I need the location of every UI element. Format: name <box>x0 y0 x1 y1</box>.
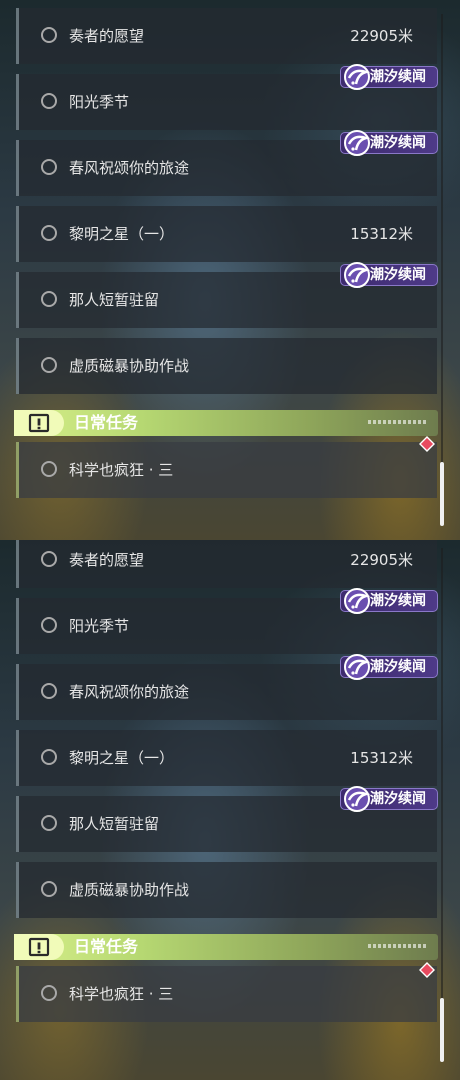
red-diamond-icon <box>419 436 435 452</box>
quest-distance: 22905米 <box>350 551 413 569</box>
quest-title: 春风祝颂你的旅途 <box>69 159 190 177</box>
quest-item[interactable]: 黎明之星（一） 15312米 <box>16 206 437 262</box>
tidal-swirl-icon <box>344 654 371 680</box>
quest-status-circle-icon <box>41 881 57 897</box>
quest-title: 春风祝颂你的旅途 <box>69 683 190 701</box>
tidal-swirl-icon <box>344 786 371 812</box>
tag-label: 潮汐续闻 <box>370 791 426 807</box>
tidal-tale-tag: 潮汐续闻 <box>340 130 438 156</box>
tidal-tale-tag: 潮汐续闻 <box>340 786 438 812</box>
tag-label: 潮汐续闻 <box>370 69 426 85</box>
tidal-swirl-icon <box>344 64 371 90</box>
quest-status-circle-icon <box>41 461 57 477</box>
quest-distance: 15312米 <box>350 749 413 767</box>
scrollbar-track[interactable] <box>441 14 443 526</box>
quest-title: 虚质磁暴协助作战 <box>69 357 190 375</box>
header-decoration <box>368 420 426 424</box>
quest-item[interactable]: 奏者的愿望 22905米 <box>16 540 437 588</box>
quest-status-circle-icon <box>41 225 57 241</box>
quest-title: 奏者的愿望 <box>69 27 145 45</box>
quest-status-circle-icon <box>41 93 57 109</box>
quest-status-circle-icon <box>41 27 57 43</box>
quest-status-circle-icon <box>41 357 57 373</box>
quest-status-circle-icon <box>41 617 57 633</box>
daily-badge <box>14 934 64 960</box>
quest-title: 奏者的愿望 <box>69 551 145 569</box>
scrollbar-thumb[interactable] <box>440 998 444 1062</box>
quest-title: 虚质磁暴协助作战 <box>69 881 190 899</box>
quest-distance: 22905米 <box>350 27 413 45</box>
quest-title: 阳光季节 <box>69 617 130 635</box>
tidal-tale-tag: 潮汐续闻 <box>340 262 438 288</box>
quest-title: 科学也疯狂 · 三 <box>69 461 174 479</box>
quest-panel: 奏者的愿望 22905米 阳光季节 春风祝颂你的旅途 黎明之星（一） 15312… <box>0 0 460 540</box>
daily-tasks-title: 日常任务 <box>74 413 139 432</box>
quest-status-circle-icon <box>41 551 57 567</box>
quest-title: 那人短暂驻留 <box>69 815 160 833</box>
tidal-tale-tag: 潮汐续闻 <box>340 654 438 680</box>
daily-tasks-title: 日常任务 <box>74 937 139 956</box>
tidal-swirl-icon <box>344 588 371 614</box>
tidal-swirl-icon <box>344 262 371 288</box>
quest-item[interactable]: 黎明之星（一） 15312米 <box>16 730 437 786</box>
header-decoration <box>368 944 426 948</box>
quest-item[interactable]: 虚质磁暴协助作战 <box>16 338 437 394</box>
quest-panel: 奏者的愿望 22905米 阳光季节 春风祝颂你的旅途 黎明之星（一） 15312… <box>0 540 460 1080</box>
daily-tasks-header: 日常任务 <box>14 934 438 960</box>
quest-status-circle-icon <box>41 683 57 699</box>
quest-distance: 15312米 <box>350 225 413 243</box>
tag-label: 潮汐续闻 <box>370 593 426 609</box>
quest-item[interactable]: 虚质磁暴协助作战 <box>16 862 437 918</box>
quest-status-circle-icon <box>41 815 57 831</box>
tag-label: 潮汐续闻 <box>370 267 426 283</box>
tidal-swirl-icon <box>344 130 371 156</box>
quest-status-circle-icon <box>41 291 57 307</box>
quest-status-circle-icon <box>41 985 57 1001</box>
daily-badge <box>14 410 64 436</box>
scrollbar-thumb[interactable] <box>440 462 444 526</box>
quest-item[interactable]: 奏者的愿望 22905米 <box>16 8 437 64</box>
quest-status-circle-icon <box>41 159 57 175</box>
quest-title: 黎明之星（一） <box>69 749 175 767</box>
tidal-tale-tag: 潮汐续闻 <box>340 64 438 90</box>
quest-title: 黎明之星（一） <box>69 225 175 243</box>
tidal-tale-tag: 潮汐续闻 <box>340 588 438 614</box>
quest-title: 那人短暂驻留 <box>69 291 160 309</box>
red-diamond-icon <box>419 962 435 978</box>
daily-quest-item[interactable]: 科学也疯狂 · 三 <box>16 442 437 498</box>
quest-status-circle-icon <box>41 749 57 765</box>
tag-label: 潮汐续闻 <box>370 659 426 675</box>
scrollbar-track[interactable] <box>441 548 443 1060</box>
exclamation-box-icon <box>28 413 50 433</box>
exclamation-box-icon <box>28 937 50 957</box>
daily-quest-item[interactable]: 科学也疯狂 · 三 <box>16 966 437 1022</box>
quest-title: 阳光季节 <box>69 93 130 111</box>
daily-tasks-header: 日常任务 <box>14 410 438 436</box>
tag-label: 潮汐续闻 <box>370 135 426 151</box>
quest-title: 科学也疯狂 · 三 <box>69 985 174 1003</box>
